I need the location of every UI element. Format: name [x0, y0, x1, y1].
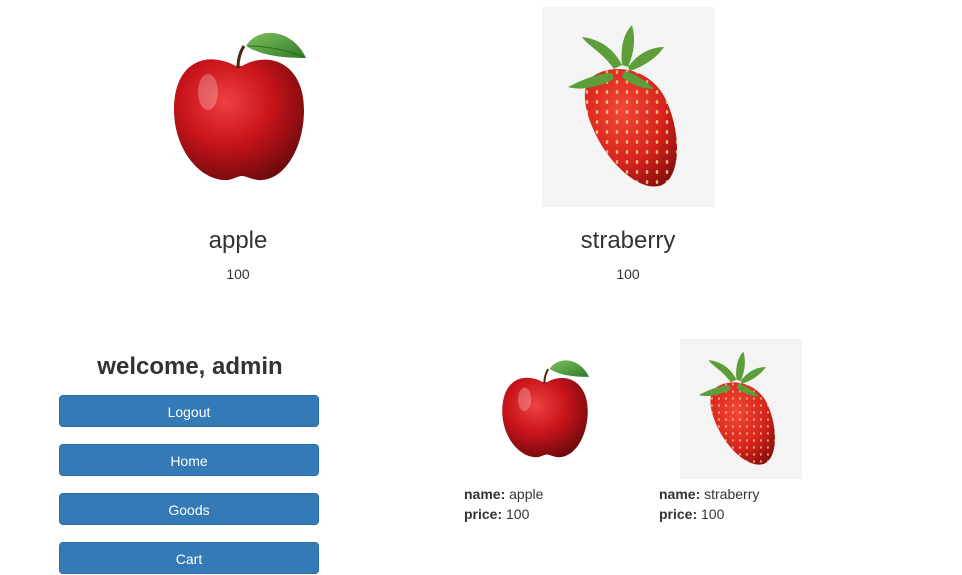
item-price-value: 100: [506, 506, 530, 522]
welcome-heading: welcome, admin: [97, 353, 283, 380]
name-label: name:: [659, 486, 701, 502]
cart-item-strawberry: name: straberry price: 100: [659, 339, 839, 529]
cart-button[interactable]: Cart: [59, 542, 319, 574]
item-name-value: apple: [509, 486, 544, 502]
logout-button[interactable]: Logout: [59, 395, 319, 427]
apple-image: [497, 350, 593, 465]
apple-image: [166, 22, 312, 187]
price-label: price:: [659, 506, 698, 522]
goods-button[interactable]: Goods: [59, 493, 319, 525]
strawberry-image: [542, 7, 715, 207]
item-name-value: straberry: [704, 486, 760, 502]
cart-item-name: name: straberry: [659, 484, 759, 504]
cart-item-apple: name: apple price: 100: [464, 350, 634, 530]
cart-item-price: price: 100: [659, 504, 724, 524]
price-label: price:: [464, 506, 503, 522]
name-label: name:: [464, 486, 506, 502]
item-price-value: 100: [701, 506, 725, 522]
cart-item-price: price: 100: [464, 504, 529, 524]
product-name: apple: [208, 227, 268, 254]
strawberry-image: [680, 339, 802, 479]
product-name: straberry: [580, 227, 676, 254]
cart-item-name: name: apple: [464, 484, 543, 504]
product-price: 100: [226, 266, 250, 282]
product-price: 100: [616, 266, 640, 282]
home-button[interactable]: Home: [59, 444, 319, 476]
